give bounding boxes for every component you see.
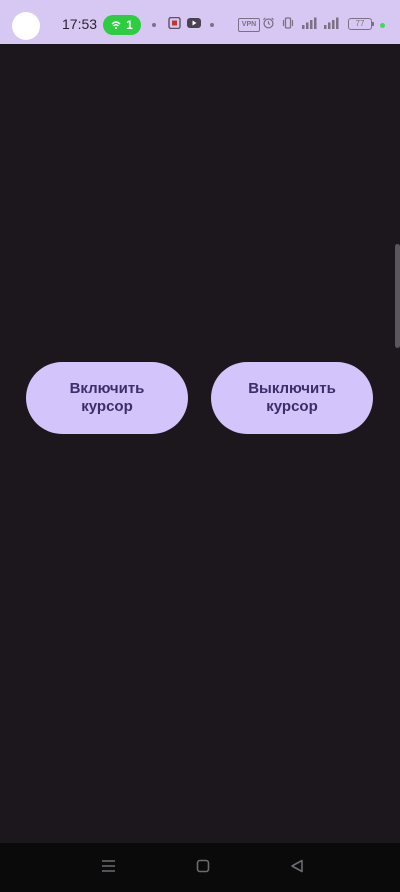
alarm-icon — [263, 17, 274, 29]
main-content — [0, 44, 400, 843]
home-square-icon[interactable] — [196, 859, 210, 873]
menu-icon[interactable] — [101, 859, 116, 873]
battery-icon: 77 — [348, 18, 372, 30]
wifi-signal-icon — [324, 17, 339, 29]
hotspot-count: 1 — [126, 18, 133, 32]
navigation-bar — [0, 843, 400, 892]
signal-icon — [302, 17, 317, 29]
youtube-icon — [187, 18, 201, 28]
separator-dot — [152, 23, 156, 27]
separator-dot — [210, 23, 214, 27]
battery-tip — [372, 22, 374, 26]
enable-cursor-button[interactable]: Включить курсор — [26, 362, 188, 434]
hotspot-indicator[interactable]: 1 — [103, 15, 141, 35]
status-time: 17:53 — [62, 16, 98, 32]
scrollbar-handle[interactable] — [395, 244, 400, 348]
privacy-indicator-dot — [380, 23, 385, 28]
back-triangle-icon[interactable] — [290, 859, 304, 873]
vibrate-icon — [282, 17, 294, 29]
hotspot-icon — [111, 21, 121, 30]
disable-cursor-button[interactable]: Выключить курсор — [211, 362, 373, 434]
status-bar: 17:53 1 VPN 77 — [0, 0, 400, 44]
sim-icon — [168, 17, 181, 29]
vpn-badge: VPN — [238, 18, 260, 32]
avatar[interactable] — [12, 12, 40, 40]
